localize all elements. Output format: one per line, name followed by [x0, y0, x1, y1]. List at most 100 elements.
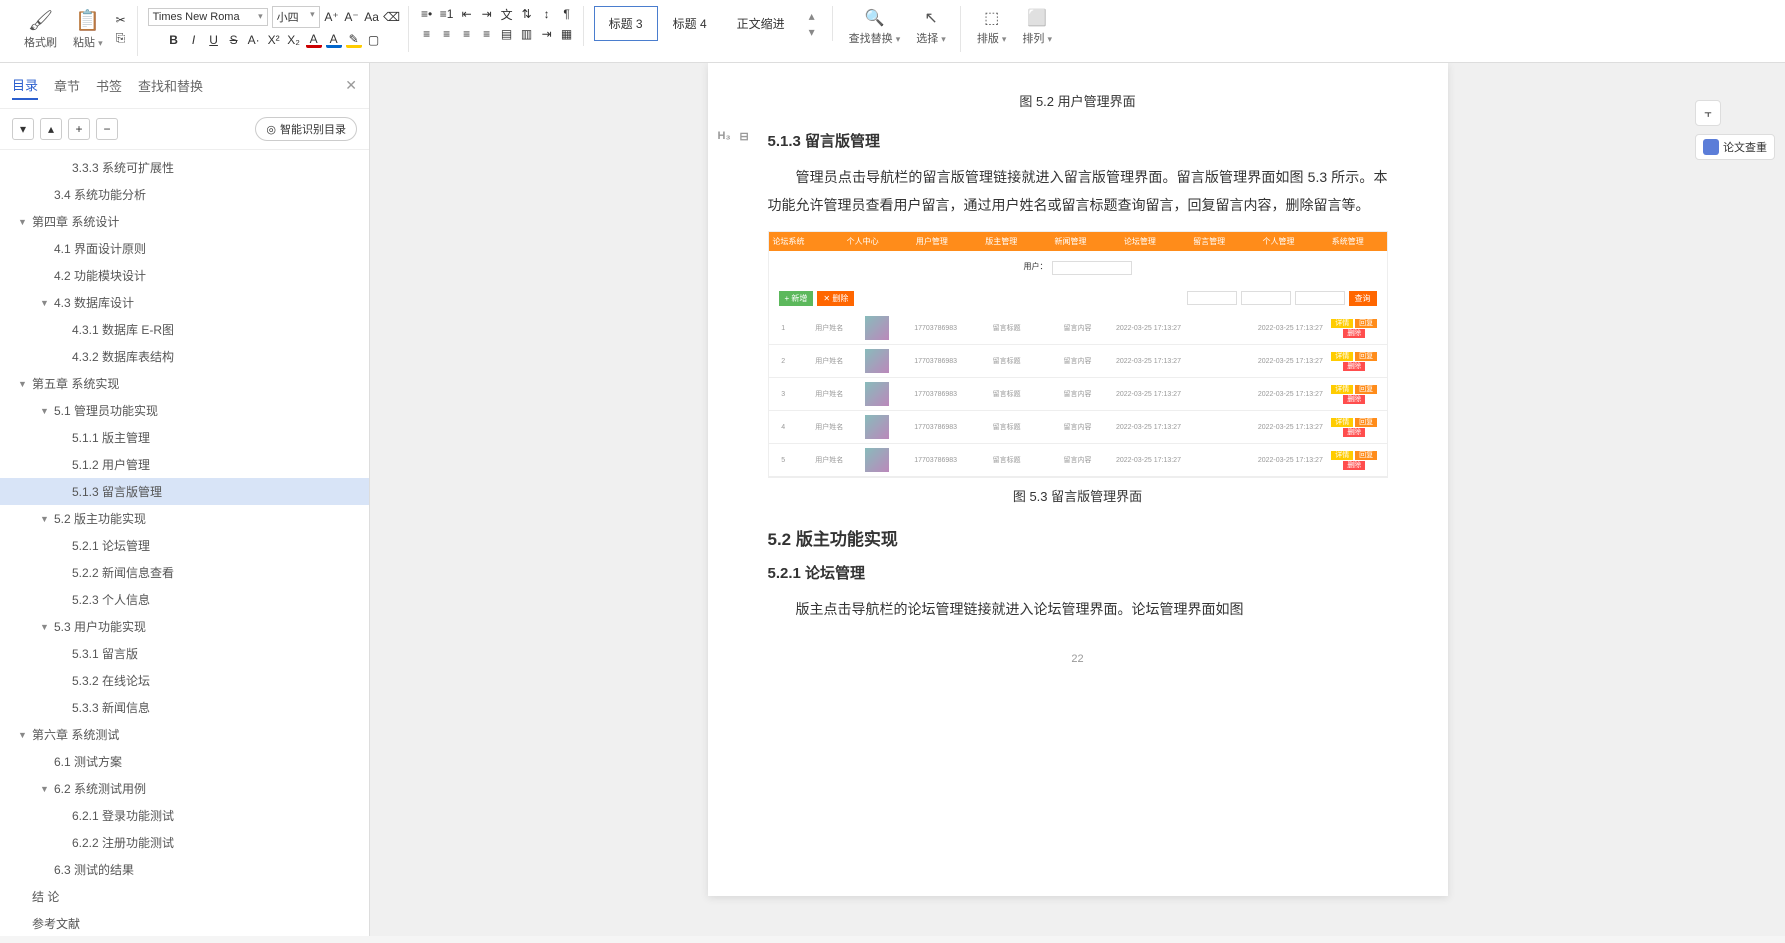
toc-item[interactable]: 5.3.2 在线论坛 — [0, 667, 369, 694]
sort-button[interactable]: ↕ — [539, 6, 555, 22]
toc-item[interactable]: 6.3 测试的结果 — [0, 856, 369, 883]
align-justify-button[interactable]: ≡ — [479, 26, 495, 42]
toc-item[interactable]: ▼第五章 系统实现 — [0, 370, 369, 397]
font-color-button[interactable]: A — [306, 32, 322, 48]
align-button[interactable]: ⬜ 排列 ▾ — [1016, 6, 1058, 48]
toc-item[interactable]: 6.1 测试方案 — [0, 748, 369, 775]
toc-item[interactable]: ▼第四章 系统设计 — [0, 208, 369, 235]
change-case-button[interactable]: Aa — [364, 9, 380, 25]
toc-item[interactable]: 4.2 功能模块设计 — [0, 262, 369, 289]
toc-item[interactable]: 6.2.2 注册功能测试 — [0, 829, 369, 856]
toc-item[interactable]: 5.3.3 新闻信息 — [0, 694, 369, 721]
toc-item[interactable]: 3.4 系统功能分析 — [0, 181, 369, 208]
toc-recognize-button[interactable]: ◎ 智能识别目录 — [255, 117, 357, 141]
toc-item[interactable]: 参考文献 — [0, 910, 369, 936]
emphasis-button[interactable]: A· — [246, 32, 262, 48]
tab-bookmark[interactable]: 书签 — [96, 72, 122, 99]
document-area[interactable]: 图 5.2 用户管理界面 H₃ ⊟ 5.1.3 留言版管理 管理员点击导航栏的留… — [370, 63, 1785, 936]
number-list-button[interactable]: ≡1 — [439, 6, 455, 22]
paste-button[interactable]: 📋 粘贴 ▾ — [67, 6, 109, 52]
toc-item[interactable]: ▼5.2 版主功能实现 — [0, 505, 369, 532]
toc-item[interactable]: 5.1.3 留言版管理 — [0, 478, 369, 505]
align-left-button[interactable]: ≡ — [419, 26, 435, 42]
style-heading3[interactable]: 标题 3 — [594, 6, 658, 41]
bold-button[interactable]: B — [166, 32, 182, 48]
toc-item[interactable]: 5.2.2 新闻信息查看 — [0, 559, 369, 586]
decrease-indent-button[interactable]: ⇤ — [459, 6, 475, 22]
toc-item[interactable]: 5.2.1 论坛管理 — [0, 532, 369, 559]
columns-button[interactable]: ▥ — [519, 26, 535, 42]
toc-item[interactable]: ▼5.3 用户功能实现 — [0, 613, 369, 640]
heading-521: 5.2.1 论坛管理 — [768, 562, 1388, 583]
toc-item[interactable]: 5.1.1 版主管理 — [0, 424, 369, 451]
tab-toc[interactable]: 目录 — [12, 71, 38, 100]
toc-item[interactable]: 5.3.1 留言版 — [0, 640, 369, 667]
toc-item[interactable]: 5.1.2 用户管理 — [0, 451, 369, 478]
decrease-font-button[interactable]: A⁻ — [344, 9, 360, 25]
toc-item[interactable]: ▼5.1 管理员功能实现 — [0, 397, 369, 424]
font-name-select[interactable]: Times New Roma▾ — [148, 8, 268, 26]
line-spacing-button[interactable]: ⇅ — [519, 6, 535, 22]
toc-item[interactable]: 4.3.1 数据库 E-R图 — [0, 316, 369, 343]
underline-button[interactable]: U — [206, 32, 222, 48]
bullet-list-button[interactable]: ≡• — [419, 6, 435, 22]
cut-button[interactable]: ✂ — [113, 12, 129, 28]
tab-chapter[interactable]: 章节 — [54, 72, 80, 99]
font-size-select[interactable]: 小四▾ — [272, 6, 320, 28]
highlight-button[interactable]: ✎ — [346, 32, 362, 48]
toc-item[interactable]: 结 论 — [0, 883, 369, 910]
toc-add-button[interactable]: + — [68, 118, 90, 140]
toc-item-label: 5.3.2 在线论坛 — [72, 672, 150, 689]
toc-item-label: 5.3 用户功能实现 — [54, 618, 146, 635]
clear-format-button[interactable]: ⌫ — [384, 9, 400, 25]
toc-item[interactable]: ▼6.2 系统测试用例 — [0, 775, 369, 802]
heading-collapse-icon[interactable]: ⊟ — [740, 130, 749, 143]
toc-expand-button[interactable]: ▾ — [12, 118, 34, 140]
toc-item[interactable]: ▼4.3 数据库设计 — [0, 289, 369, 316]
toc-item[interactable]: ▼第六章 系统测试 — [0, 721, 369, 748]
text-effect-button[interactable]: A — [326, 32, 342, 48]
style-next-button[interactable]: ▾ — [804, 24, 820, 40]
italic-button[interactable]: I — [186, 32, 202, 48]
tab-button[interactable]: ⇥ — [539, 26, 555, 42]
toc-item-label: 6.3 测试的结果 — [54, 861, 134, 878]
find-replace-button[interactable]: 🔍 查找替换 ▾ — [843, 6, 907, 48]
format-painter-button[interactable]: 🖌 格式刷 — [18, 6, 63, 52]
shading-button[interactable]: ▦ — [559, 26, 575, 42]
toc-item-label: 第六章 系统测试 — [32, 726, 119, 743]
toc-item-label: 第五章 系统实现 — [32, 375, 119, 392]
subscript-button[interactable]: X₂ — [286, 32, 302, 48]
toc-item[interactable]: 3.3.3 系统可扩展性 — [0, 154, 369, 181]
increase-indent-button[interactable]: ⇥ — [479, 6, 495, 22]
toc-item-label: 5.2.1 论坛管理 — [72, 537, 150, 554]
copy-button[interactable]: ⎘ — [113, 30, 129, 46]
strikethrough-button[interactable]: S — [226, 32, 242, 48]
style-body-indent[interactable]: 正文缩进 — [722, 6, 800, 41]
sidebar-close-button[interactable]: ✕ — [345, 77, 357, 94]
toc-item[interactable]: 4.1 界面设计原则 — [0, 235, 369, 262]
align-center-button[interactable]: ≡ — [439, 26, 455, 42]
show-marks-button[interactable]: ¶ — [559, 6, 575, 22]
increase-font-button[interactable]: A⁺ — [324, 9, 340, 25]
style-heading4[interactable]: 标题 4 — [658, 6, 722, 41]
text-direction-button[interactable]: 文 — [499, 6, 515, 22]
border-button[interactable]: ▢ — [366, 32, 382, 48]
toc-item-label: 4.3.1 数据库 E-R图 — [72, 321, 174, 338]
cursor-icon: ↖ — [921, 8, 941, 28]
toc-item[interactable]: 4.3.2 数据库表结构 — [0, 343, 369, 370]
toc-item-label: 3.4 系统功能分析 — [54, 186, 146, 203]
align-right-button[interactable]: ≡ — [459, 26, 475, 42]
toc-item[interactable]: 6.2.1 登录功能测试 — [0, 802, 369, 829]
toc-item-label: 6.2 系统测试用例 — [54, 780, 146, 797]
arrange-button[interactable]: ⬚ 排版 ▾ — [971, 6, 1013, 48]
style-prev-button[interactable]: ▴ — [804, 8, 820, 24]
select-button[interactable]: ↖ 选择 ▾ — [910, 6, 952, 48]
tab-find[interactable]: 查找和替换 — [138, 72, 203, 99]
collapse-panel-button[interactable]: ⫟ — [1695, 100, 1721, 126]
paper-check-button[interactable]: 论文查重 — [1695, 134, 1775, 160]
toc-collapse-button[interactable]: ▴ — [40, 118, 62, 140]
distribute-button[interactable]: ▤ — [499, 26, 515, 42]
toc-remove-button[interactable]: − — [96, 118, 118, 140]
superscript-button[interactable]: X² — [266, 32, 282, 48]
toc-item[interactable]: 5.2.3 个人信息 — [0, 586, 369, 613]
